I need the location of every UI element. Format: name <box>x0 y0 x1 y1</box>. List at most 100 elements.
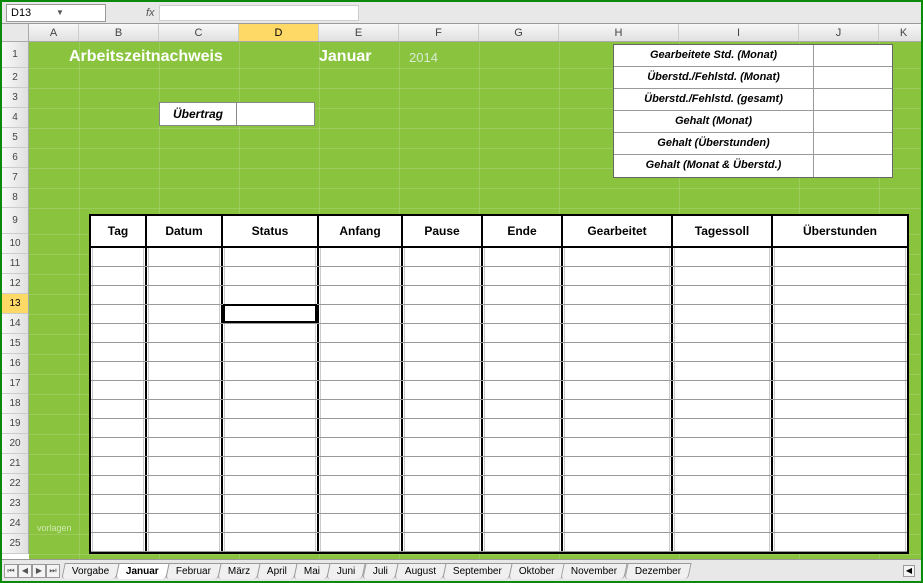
row-header-24[interactable]: 24 <box>2 514 28 534</box>
table-cell[interactable] <box>403 400 483 418</box>
table-cell[interactable] <box>223 267 319 285</box>
tab-nav-next-icon[interactable]: ▶ <box>32 564 46 578</box>
row-header-20[interactable]: 20 <box>2 434 28 454</box>
table-cell[interactable] <box>223 438 319 456</box>
table-cell[interactable] <box>319 305 403 323</box>
table-cell[interactable] <box>773 457 907 475</box>
table-cell[interactable] <box>483 267 563 285</box>
table-cell[interactable] <box>91 495 147 513</box>
table-cell[interactable] <box>147 495 223 513</box>
column-header-E[interactable]: E <box>319 24 399 41</box>
table-cell[interactable] <box>403 248 483 266</box>
sheet-tab-april[interactable]: April <box>257 563 298 579</box>
summary-value[interactable] <box>814 67 892 88</box>
table-cell[interactable] <box>773 476 907 494</box>
table-cell[interactable] <box>673 533 773 551</box>
table-cell[interactable] <box>223 476 319 494</box>
table-cell[interactable] <box>147 248 223 266</box>
table-cell[interactable] <box>673 457 773 475</box>
table-cell[interactable] <box>673 305 773 323</box>
column-header-I[interactable]: I <box>679 24 799 41</box>
table-cell[interactable] <box>91 248 147 266</box>
table-cell[interactable] <box>147 324 223 342</box>
table-cell[interactable] <box>673 286 773 304</box>
table-cell[interactable] <box>673 267 773 285</box>
table-cell[interactable] <box>223 324 319 342</box>
table-cell[interactable] <box>773 305 907 323</box>
table-cell[interactable] <box>403 457 483 475</box>
table-cell[interactable] <box>403 286 483 304</box>
table-cell[interactable] <box>91 286 147 304</box>
row-header-5[interactable]: 5 <box>2 128 28 148</box>
table-cell[interactable] <box>223 457 319 475</box>
table-cell[interactable] <box>773 419 907 437</box>
worksheet-canvas[interactable]: Arbeitszeitnachweis Januar 2014 Übertrag… <box>29 42 921 561</box>
sheet-tab-september[interactable]: September <box>442 563 512 579</box>
table-cell[interactable] <box>91 267 147 285</box>
summary-value[interactable] <box>814 133 892 154</box>
uebertrag-value[interactable] <box>237 102 315 126</box>
row-header-17[interactable]: 17 <box>2 374 28 394</box>
table-cell[interactable] <box>403 267 483 285</box>
table-cell[interactable] <box>223 514 319 532</box>
sheet-tab-märz[interactable]: März <box>217 563 261 579</box>
row-header-7[interactable]: 7 <box>2 168 28 188</box>
column-header-C[interactable]: C <box>159 24 239 41</box>
table-cell[interactable] <box>147 438 223 456</box>
table-cell[interactable] <box>403 362 483 380</box>
formula-input[interactable] <box>159 5 359 21</box>
table-cell[interactable] <box>563 457 673 475</box>
row-header-10[interactable]: 10 <box>2 234 28 254</box>
sheet-tab-november[interactable]: November <box>561 563 629 579</box>
table-cell[interactable] <box>483 514 563 532</box>
table-cell[interactable] <box>673 381 773 399</box>
table-cell[interactable] <box>91 419 147 437</box>
table-cell[interactable] <box>483 305 563 323</box>
table-cell[interactable] <box>483 343 563 361</box>
table-cell[interactable] <box>223 400 319 418</box>
column-header-H[interactable]: H <box>559 24 679 41</box>
summary-value[interactable] <box>814 155 892 177</box>
table-cell[interactable] <box>673 495 773 513</box>
table-cell[interactable] <box>223 495 319 513</box>
table-cell[interactable] <box>403 324 483 342</box>
table-cell[interactable] <box>673 400 773 418</box>
table-cell[interactable] <box>147 362 223 380</box>
row-header-15[interactable]: 15 <box>2 334 28 354</box>
table-cell[interactable] <box>403 419 483 437</box>
row-header-18[interactable]: 18 <box>2 394 28 414</box>
table-cell[interactable] <box>223 305 319 323</box>
table-cell[interactable] <box>673 324 773 342</box>
table-cell[interactable] <box>773 438 907 456</box>
table-cell[interactable] <box>403 476 483 494</box>
table-cell[interactable] <box>673 514 773 532</box>
table-cell[interactable] <box>563 267 673 285</box>
sheet-tab-januar[interactable]: Januar <box>116 563 170 579</box>
table-cell[interactable] <box>673 362 773 380</box>
sheet-tab-oktober[interactable]: Oktober <box>508 563 565 579</box>
table-cell[interactable] <box>773 514 907 532</box>
table-cell[interactable] <box>223 381 319 399</box>
table-cell[interactable] <box>91 476 147 494</box>
sheet-tab-vorgabe[interactable]: Vorgabe <box>61 563 120 579</box>
sheet-tab-juni[interactable]: Juni <box>327 563 367 579</box>
table-cell[interactable] <box>319 438 403 456</box>
table-cell[interactable] <box>563 324 673 342</box>
table-cell[interactable] <box>91 514 147 532</box>
table-cell[interactable] <box>319 362 403 380</box>
table-cell[interactable] <box>147 267 223 285</box>
table-cell[interactable] <box>773 343 907 361</box>
table-cell[interactable] <box>563 343 673 361</box>
row-header-1[interactable]: 1 <box>2 42 28 68</box>
table-cell[interactable] <box>403 343 483 361</box>
table-cell[interactable] <box>483 324 563 342</box>
table-cell[interactable] <box>319 457 403 475</box>
table-cell[interactable] <box>91 343 147 361</box>
table-cell[interactable] <box>563 286 673 304</box>
table-cell[interactable] <box>483 286 563 304</box>
table-cell[interactable] <box>403 305 483 323</box>
table-cell[interactable] <box>223 533 319 551</box>
table-cell[interactable] <box>773 286 907 304</box>
table-cell[interactable] <box>483 400 563 418</box>
table-cell[interactable] <box>773 381 907 399</box>
